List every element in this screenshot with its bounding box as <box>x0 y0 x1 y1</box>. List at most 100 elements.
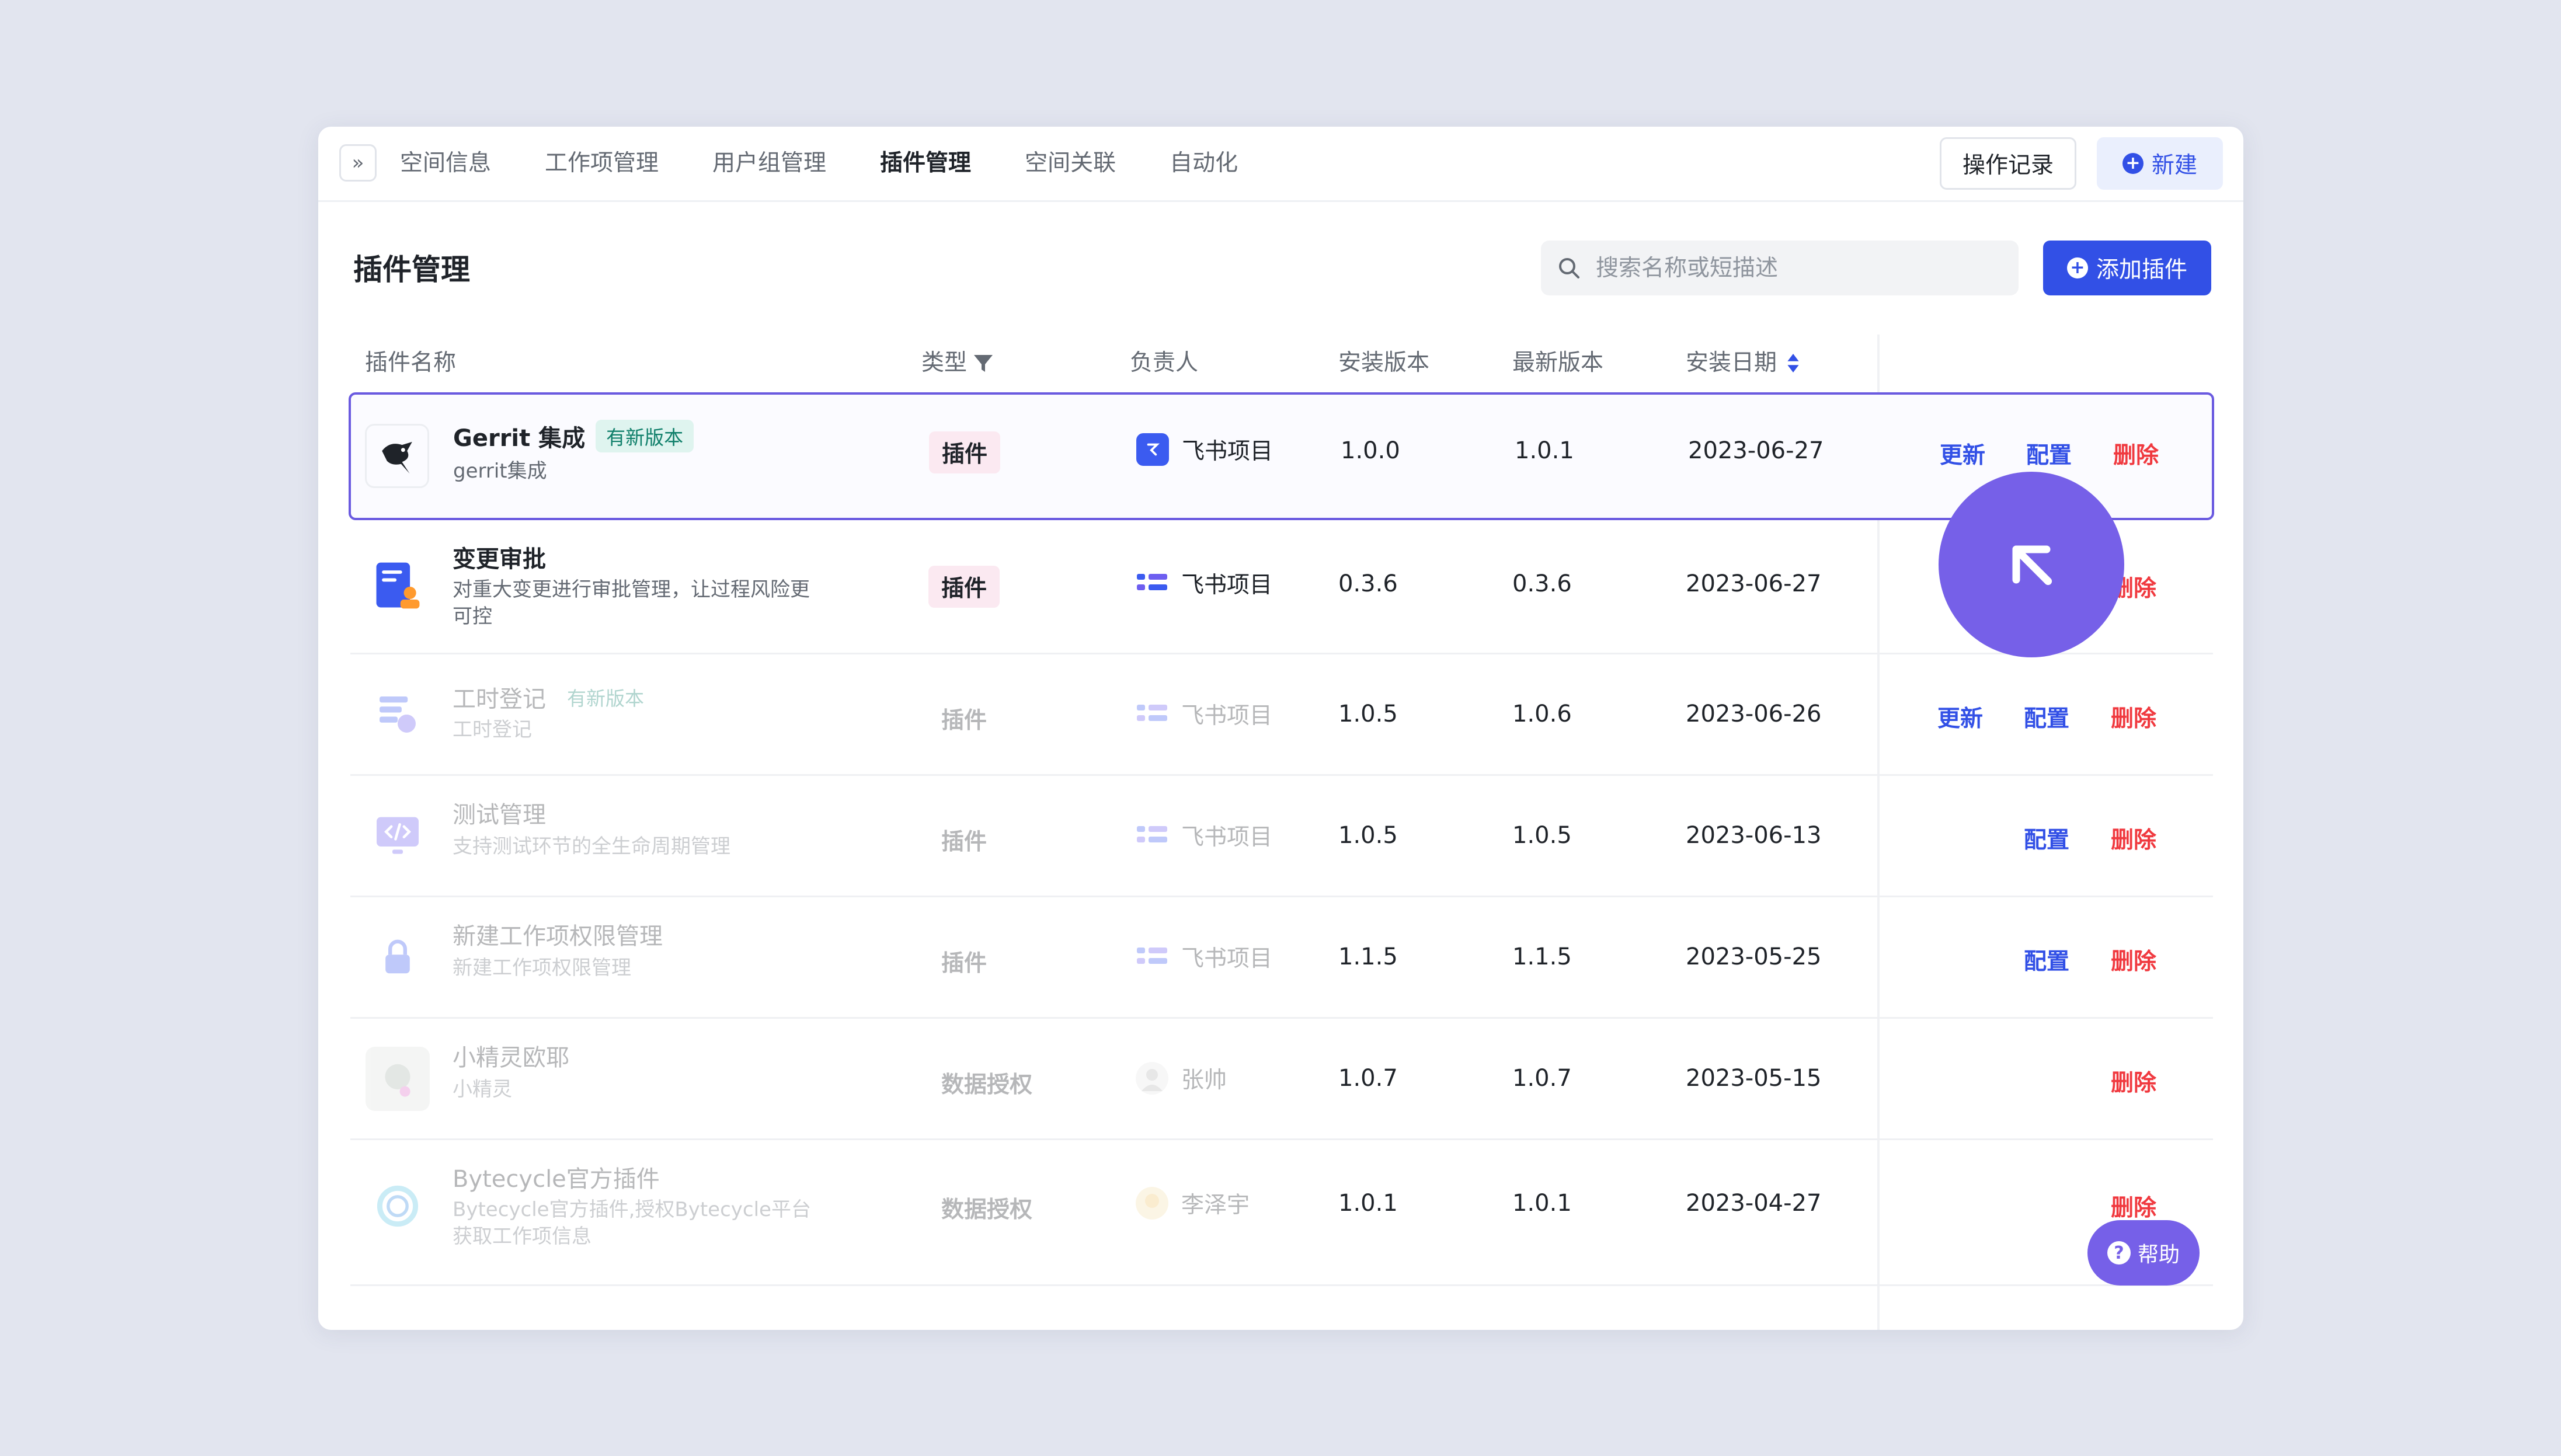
plugin-name[interactable]: 测试管理 <box>453 796 546 830</box>
header-install-date-label: 安装日期 <box>1686 350 1777 376</box>
add-plugin-button[interactable]: + 添加插件 <box>2043 241 2211 295</box>
header-type-label: 类型 <box>921 350 968 376</box>
double-chevron-right-icon: » <box>352 151 364 175</box>
type-tag: 插件 <box>929 431 1001 473</box>
config-button[interactable]: 配置 <box>2026 437 2072 470</box>
delete-button[interactable]: 删除 <box>2111 822 2156 855</box>
operation-log-button[interactable]: 操作记录 <box>1940 137 2076 190</box>
search-box[interactable] <box>1541 241 2019 295</box>
settings-tabs: 空间信息 工作项管理 用户组管理 插件管理 空间关联 自动化 <box>400 127 1292 200</box>
owner-name: 飞书项目 <box>1181 572 1273 598</box>
owner-name: 飞书项目 <box>1182 438 1273 465</box>
installed-version: 1.0.0 <box>1341 437 1400 464</box>
plugin-name-text: 测试管理 <box>453 802 546 828</box>
header-owner: 负责人 <box>1130 350 1199 376</box>
plugin-description: Bytecycle官方插件,授权Bytecycle平台获取工作项信息 <box>453 1198 811 1248</box>
plugin-name-text: 新建工作项权限管理 <box>453 923 663 950</box>
config-button[interactable]: 配置 <box>2024 822 2069 855</box>
row-divider <box>350 1284 2213 1286</box>
latest-version: 1.1.5 <box>1512 943 1572 970</box>
owner: 飞书项目 <box>1136 698 1272 730</box>
config-button[interactable]: 配置 <box>2024 701 2069 733</box>
owner-name: 飞书项目 <box>1181 703 1273 729</box>
owner: 李泽宇 <box>1136 1187 1250 1220</box>
plugin-description: 工时登记 <box>453 718 532 741</box>
owner-name: 飞书项目 <box>1181 824 1273 851</box>
new-button[interactable]: + 新建 <box>2097 137 2223 190</box>
delete-button[interactable]: 删除 <box>2111 1065 2156 1098</box>
lock-icon <box>366 925 430 990</box>
filter-icon[interactable] <box>972 351 995 375</box>
plugin-name[interactable]: 小精灵欧耶 <box>453 1039 569 1072</box>
plugin-name[interactable]: Gerrit 集成 有新版本 <box>453 419 694 453</box>
arrow-up-left-icon <box>2012 545 2052 586</box>
plugin-name[interactable]: 工时登记 有新版本 <box>453 680 655 714</box>
timesheet-icon <box>366 682 430 747</box>
expand-sidebar-button[interactable]: » <box>339 144 377 182</box>
tab-user-group-management[interactable]: 用户组管理 <box>712 127 826 200</box>
plus-circle-icon: + <box>2066 257 2088 278</box>
table-row[interactable]: 工时登记 有新版本 工时登记 插件 飞书项目 1.0.5 1.0.6 2023-… <box>350 654 2213 776</box>
table-row[interactable]: 变更审批 对重大变更进行审批管理，让过程风险更可控 插件 飞书项目 0.3.6 … <box>350 520 2213 654</box>
user-avatar-icon <box>1136 1062 1168 1095</box>
table-row[interactable]: 新建工作项权限管理 新建工作项权限管理 插件 飞书项目 1.1.5 1.1.5 … <box>350 897 2213 1019</box>
update-button[interactable]: 更新 <box>1937 701 1983 733</box>
delete-button[interactable]: 删除 <box>2111 943 2156 976</box>
search-icon <box>1559 258 1579 278</box>
latest-version: 1.0.1 <box>1512 1190 1572 1217</box>
plugin-name[interactable]: 变更审批 <box>453 540 546 574</box>
help-button[interactable]: ? 帮助 <box>2087 1220 2200 1286</box>
tab-automation[interactable]: 自动化 <box>1170 127 1238 200</box>
installed-version: 1.0.5 <box>1338 701 1398 727</box>
test-management-icon <box>366 804 430 868</box>
update-button[interactable]: 更新 <box>1940 437 1985 470</box>
user-avatar-icon <box>1136 1187 1168 1220</box>
new-button-label: 新建 <box>2151 152 2197 179</box>
add-plugin-label: 添加插件 <box>2096 257 2187 283</box>
install-date: 2023-04-27 <box>1686 1190 1822 1217</box>
owner-name: 李泽宇 <box>1181 1192 1250 1218</box>
owner-name: 飞书项目 <box>1181 946 1273 972</box>
type-tag: 插件 <box>941 950 987 977</box>
plus-circle-icon: + <box>2122 153 2144 174</box>
owner: 飞书项目 <box>1136 819 1272 852</box>
type-tag: 数据授权 <box>941 1197 1033 1223</box>
install-date: 2023-05-25 <box>1686 943 1822 970</box>
plugin-management-panel: » 空间信息 工作项管理 用户组管理 插件管理 空间关联 自动化 操作记录 + … <box>318 127 2243 1330</box>
plugin-description: 支持测试环节的全生命周期管理 <box>453 835 730 858</box>
delete-button[interactable]: 删除 <box>2113 437 2159 470</box>
owner: 飞书项目 <box>1136 433 1273 466</box>
tab-plugin-management[interactable]: 插件管理 <box>880 127 971 200</box>
table-row[interactable]: Gerrit 集成 有新版本 gerrit集成 插件 飞书项目 1.0.0 1.… <box>349 392 2214 520</box>
install-date: 2023-06-13 <box>1686 822 1822 849</box>
tab-space-info[interactable]: 空间信息 <box>400 127 491 200</box>
tab-work-item-management[interactable]: 工作项管理 <box>545 127 659 200</box>
sort-icon[interactable] <box>1786 351 1800 375</box>
latest-version: 1.0.6 <box>1512 701 1572 727</box>
top-navigation: » 空间信息 工作项管理 用户组管理 插件管理 空间关联 自动化 操作记录 + … <box>318 127 2243 202</box>
owner-name: 张帅 <box>1181 1067 1227 1093</box>
plugin-name[interactable]: Bytecycle官方插件 <box>453 1160 660 1194</box>
table-row[interactable]: 测试管理 支持测试环节的全生命周期管理 插件 飞书项目 1.0.5 1.0.5 … <box>350 776 2213 897</box>
cursor-highlight <box>1939 472 2124 657</box>
header-plugin-name: 插件名称 <box>365 350 457 376</box>
search-input[interactable] <box>1595 254 2006 282</box>
installed-version: 1.0.7 <box>1338 1065 1398 1092</box>
installed-version: 1.0.1 <box>1338 1190 1398 1217</box>
table-row[interactable]: 小精灵欧耶 小精灵 数据授权 张帅 1.0.7 1.0.7 2023-05-15… <box>350 1019 2213 1140</box>
tab-space-association[interactable]: 空间关联 <box>1025 127 1116 200</box>
latest-version: 0.3.6 <box>1512 570 1572 597</box>
config-button[interactable]: 配置 <box>2024 943 2069 976</box>
header-install-date[interactable]: 安装日期 <box>1686 346 1800 381</box>
installed-version: 1.0.5 <box>1338 822 1398 849</box>
install-date: 2023-06-27 <box>1688 437 1824 464</box>
plugin-name[interactable]: 新建工作项权限管理 <box>453 917 663 951</box>
table-row[interactable]: Bytecycle官方插件 Bytecycle官方插件,授权Bytecycle平… <box>350 1140 2213 1286</box>
help-label: 帮助 <box>2137 1243 2180 1267</box>
delete-button[interactable]: 删除 <box>2111 701 2156 733</box>
install-date: 2023-06-27 <box>1686 570 1822 597</box>
plugin-name-text: Bytecycle官方插件 <box>453 1166 660 1193</box>
delete-button[interactable]: 删除 <box>2111 1190 2156 1222</box>
feishu-project-icon <box>1136 698 1168 730</box>
latest-version: 1.0.7 <box>1512 1065 1572 1092</box>
